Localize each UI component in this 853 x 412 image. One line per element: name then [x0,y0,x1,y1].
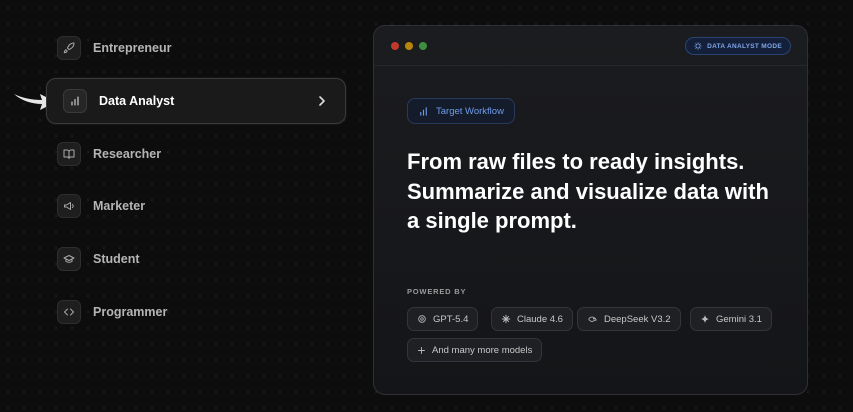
maximize-dot[interactable] [419,42,427,50]
model-label: Claude 4.6 [517,313,563,325]
code-icon [57,300,81,324]
persona-label: Researcher [93,147,162,161]
model-chip-deepseek[interactable]: DeepSeek V3.2 [577,307,681,331]
megaphone-icon [57,194,81,218]
book-open-icon [57,142,81,166]
mode-badge: DATA ANALYST MODE [685,37,791,55]
more-models-chip[interactable]: And many more models [407,338,543,362]
persona-label: Student [93,252,140,266]
persona-label: Marketer [93,199,146,213]
persona-item-entrepreneur[interactable]: Entrepreneur [46,25,346,71]
model-label: And many more models [432,344,533,356]
claude-icon [501,314,511,324]
chevron-right-icon [319,96,325,106]
persona-label: Programmer [93,305,168,319]
deepseek-icon [588,316,597,322]
target-workflow-label: Target Workflow [436,105,504,117]
model-label: GPT-5.4 [433,313,469,325]
gemini-icon [700,314,710,324]
model-label: Gemini 3.1 [716,313,762,325]
persona-label: Entrepreneur [93,41,172,55]
graduation-cap-icon [57,247,81,271]
powered-by-label: POWERED BY [407,287,467,296]
persona-item-data-analyst[interactable]: Data Analyst [46,78,346,124]
model-label: DeepSeek V3.2 [604,313,671,325]
window-titlebar: DATA ANALYST MODE [374,26,807,66]
plus-icon [418,346,425,354]
headline: From raw files to ready insights. Summar… [407,149,769,233]
preview-window: DATA ANALYST MODE Target Workflow From r… [373,25,808,395]
persona-list: Entrepreneur Data Analyst Researcher Mar… [0,0,360,412]
openai-icon [418,315,426,323]
rocket-icon [57,36,81,60]
persona-item-researcher[interactable]: Researcher [46,131,346,177]
target-workflow-pill[interactable]: Target Workflow [407,98,515,124]
minimize-dot[interactable] [405,42,413,50]
mode-badge-label: DATA ANALYST MODE [707,42,782,50]
persona-item-programmer[interactable]: Programmer [46,289,346,335]
persona-label: Data Analyst [99,94,175,108]
bar-chart-icon [420,106,427,116]
persona-item-marketer[interactable]: Marketer [46,183,346,229]
persona-item-student[interactable]: Student [46,236,346,282]
model-chip-gemini[interactable]: Gemini 3.1 [690,307,772,331]
bar-chart-icon [63,89,87,113]
model-chip-gpt[interactable]: GPT-5.4 [407,307,479,331]
close-dot[interactable] [391,42,399,50]
model-chip-claude[interactable]: Claude 4.6 [491,307,573,331]
sparkle-icon [694,42,702,50]
